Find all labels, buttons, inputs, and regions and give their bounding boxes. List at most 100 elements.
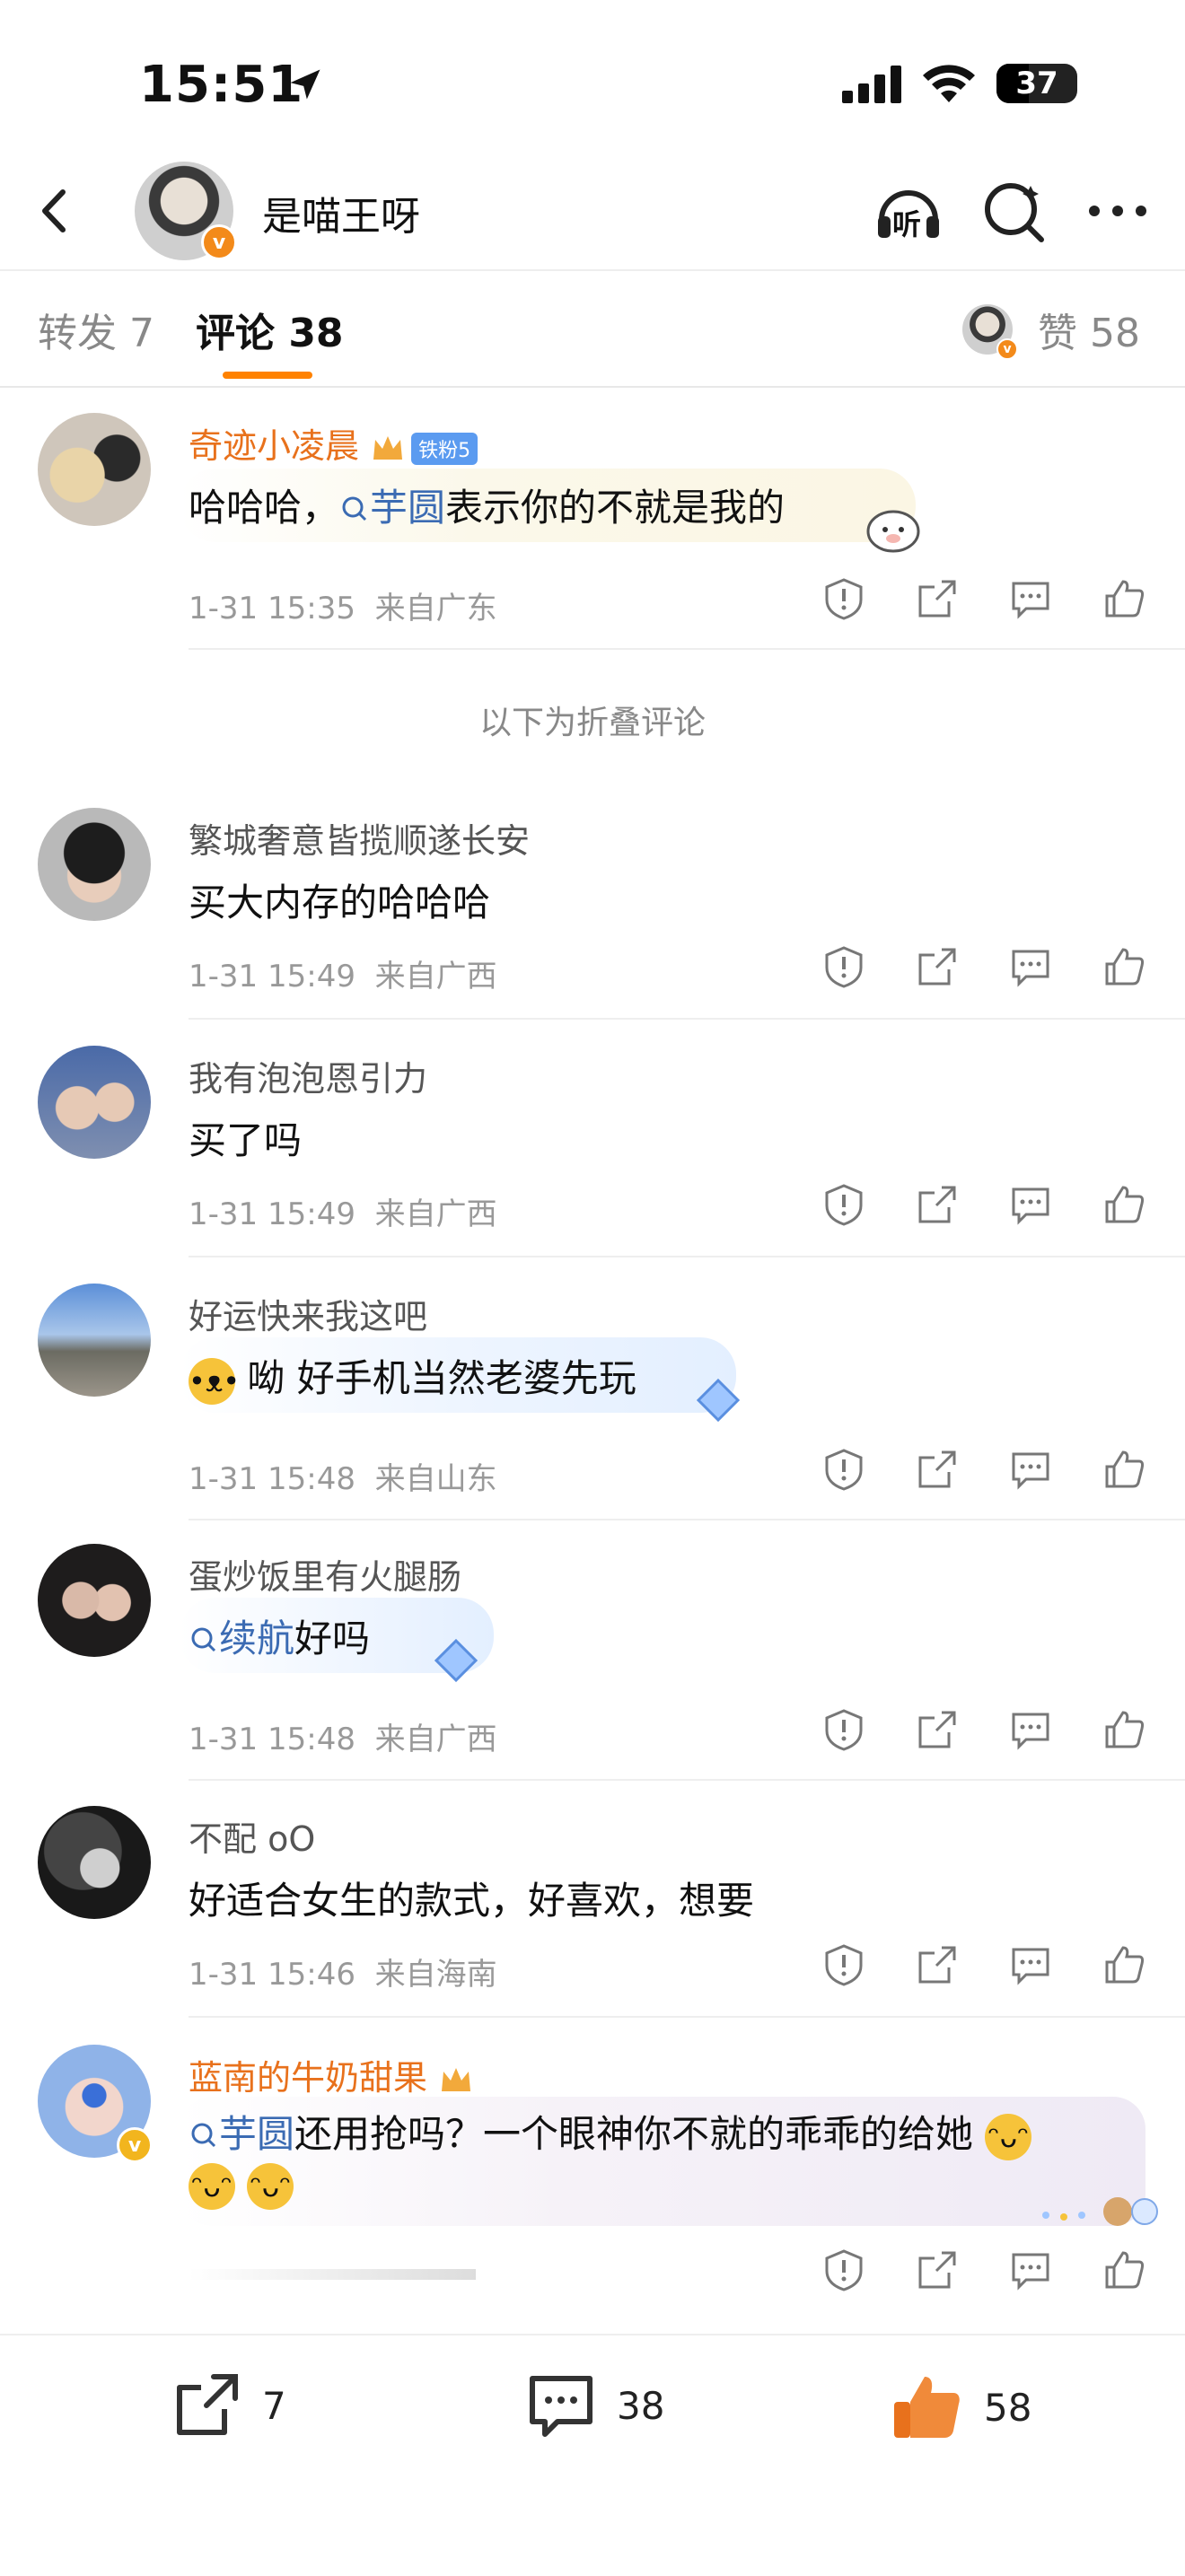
like-icon[interactable]	[1102, 1447, 1146, 1492]
doge-emoji-icon: •ᴥ•	[189, 1357, 240, 1405]
comment-actions	[821, 1707, 1146, 1752]
search-icon[interactable]	[979, 175, 1050, 247]
comment-meta: 1-31 15:49 来自广西	[189, 959, 497, 994]
folded-comments-label[interactable]: 以下为折叠评论	[0, 697, 1185, 743]
verified-badge-icon: v	[201, 224, 237, 260]
liker-avatar: v	[962, 304, 1019, 360]
grin-emoji-icon: ᵔᴗᵔ	[247, 2162, 294, 2210]
report-icon[interactable]	[821, 1707, 866, 1752]
report-icon[interactable]	[821, 576, 866, 621]
comment-meta: 1-31 15:48 来自广西	[189, 1722, 497, 1757]
commenter-name[interactable]: 不配 oO	[189, 1811, 315, 1861]
back-arrow-icon[interactable]	[27, 180, 90, 242]
report-icon[interactable]	[821, 2247, 866, 2292]
comment-text: 买了吗	[189, 1118, 303, 1162]
active-tab-indicator	[223, 372, 312, 379]
topic-link[interactable]: 续航	[189, 1617, 294, 1660]
topic-link[interactable]: 芋圆	[189, 2112, 294, 2156]
share-icon[interactable]	[915, 1182, 960, 1227]
repost-button[interactable]: 7	[171, 2370, 286, 2441]
reply-icon[interactable]	[1008, 1942, 1053, 1987]
report-icon[interactable]	[821, 1942, 866, 1987]
commenter-name[interactable]: 奇迹小凌晨 铁粉5	[189, 418, 478, 468]
tab-repost[interactable]: 转发 7	[38, 301, 154, 358]
comment-actions	[821, 1447, 1146, 1492]
comment-text: 买大内存的哈哈哈	[189, 881, 491, 924]
comment-text-prefix: 哈哈哈，	[189, 486, 340, 530]
commenter-avatar[interactable]	[38, 1046, 151, 1159]
search-icon	[191, 1627, 216, 1652]
commenter-name[interactable]: 蛋炒饭里有火腿肠	[189, 1549, 461, 1599]
like-icon[interactable]	[1102, 1182, 1146, 1227]
crown-icon	[442, 2067, 471, 2091]
commenter-name[interactable]: 繁城奢意皆揽顺遂长安	[189, 813, 530, 863]
comment-divider	[189, 1256, 1185, 1257]
grin-emoji-icon: ᵔᴗᵔ	[189, 2162, 235, 2210]
reply-icon[interactable]	[1008, 1707, 1053, 1752]
share-icon[interactable]	[915, 1447, 960, 1492]
repost-icon	[177, 2374, 238, 2435]
topic-link[interactable]: 芋圆	[339, 486, 445, 530]
comment-text-body: 呦 好手机当然老婆先玩	[247, 1356, 636, 1400]
tab-comments[interactable]: 评论 38	[196, 301, 344, 358]
commenter-avatar[interactable]	[38, 1284, 151, 1397]
comment-button[interactable]: 38	[525, 2370, 664, 2441]
comment-divider	[189, 1018, 1185, 1020]
like-icon[interactable]	[1102, 2247, 1146, 2292]
commenter-name[interactable]: 好运快来我这吧	[189, 1289, 427, 1338]
comment-count: 38	[617, 2383, 665, 2428]
report-icon[interactable]	[821, 1447, 866, 1492]
reply-icon[interactable]	[1008, 944, 1053, 989]
liked-thumb-icon	[894, 2377, 960, 2438]
comment-text-suffix: 好吗	[294, 1617, 371, 1660]
commenter-name-text: 蓝南的牛奶甜果	[189, 2058, 428, 2098]
commenter-avatar[interactable]	[38, 808, 151, 921]
likes-tab-label: 赞 58	[1038, 311, 1140, 356]
like-icon[interactable]	[1102, 1942, 1146, 1987]
diamond-sticker-icon	[696, 1378, 741, 1423]
commenter-name[interactable]: 我有泡泡恩引力	[189, 1051, 427, 1100]
crown-icon	[373, 435, 403, 460]
commenter-avatar[interactable]	[38, 1806, 151, 1919]
verified-badge-icon: v	[117, 2127, 153, 2163]
share-icon[interactable]	[915, 1942, 960, 1987]
commenter-avatar[interactable]	[38, 1544, 151, 1657]
listen-button[interactable]: 听	[873, 175, 944, 247]
report-icon[interactable]	[821, 944, 866, 989]
like-icon[interactable]	[1102, 576, 1146, 621]
comment-divider	[189, 1519, 1185, 1520]
author-name[interactable]: 是喵王呀	[262, 184, 420, 241]
reply-icon[interactable]	[1008, 1182, 1053, 1227]
like-count: 58	[984, 2385, 1032, 2430]
comment-divider	[189, 1779, 1185, 1781]
reply-icon[interactable]	[1008, 2247, 1053, 2292]
commenter-avatar[interactable]	[38, 413, 151, 526]
share-icon[interactable]	[915, 576, 960, 621]
status-indicators: 37	[842, 63, 1077, 104]
sticker-icon	[1042, 2197, 1158, 2226]
search-icon	[191, 2123, 216, 2148]
comment-text: 芋圆还用抢吗？一个眼神你不就的乖乖的给她 ᵔᴗᵔ	[189, 2104, 1032, 2160]
comment-meta-obscured	[189, 2269, 476, 2280]
comment-text: 哈哈哈， 芋圆表示你的不就是我的	[189, 478, 785, 532]
comment-actions	[821, 1182, 1146, 1227]
share-icon[interactable]	[915, 2247, 960, 2292]
comment-icon	[530, 2376, 592, 2437]
report-icon[interactable]	[821, 1182, 866, 1227]
reply-icon[interactable]	[1008, 576, 1053, 621]
comment-text: 续航好吗	[189, 1608, 370, 1663]
commenter-name[interactable]: 蓝南的牛奶甜果	[189, 2050, 474, 2099]
wifi-icon	[923, 65, 975, 102]
reply-icon[interactable]	[1008, 1447, 1053, 1492]
share-icon[interactable]	[915, 944, 960, 989]
like-icon[interactable]	[1102, 1707, 1146, 1752]
more-options-icon[interactable]	[1082, 175, 1154, 247]
tab-likes[interactable]: v 赞 58	[962, 301, 1140, 360]
share-icon[interactable]	[915, 1707, 960, 1752]
comment-actions	[821, 944, 1146, 989]
like-icon[interactable]	[1102, 944, 1146, 989]
comment-meta: 1-31 15:46 来自海南	[189, 1957, 497, 1993]
repost-count: 7	[262, 2383, 286, 2428]
like-button[interactable]: 58	[889, 2370, 1031, 2445]
sticker-icon	[866, 510, 920, 553]
